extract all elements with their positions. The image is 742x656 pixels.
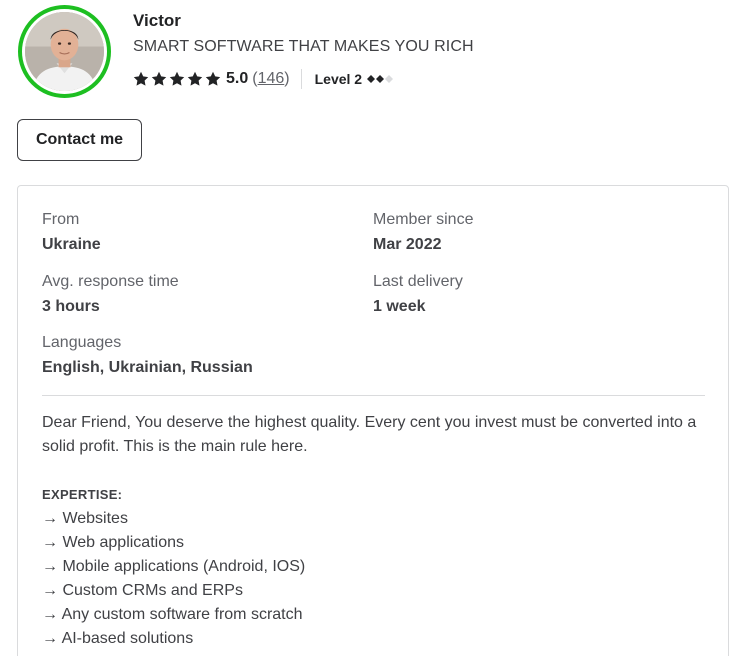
- star-icon: [187, 71, 203, 87]
- stat-languages: Languages English, Ukrainian, Russian: [42, 333, 542, 378]
- stat-last-delivery: Last delivery 1 week: [373, 272, 673, 317]
- stat-member-since-label: Member since: [373, 211, 474, 228]
- expertise-item: → AI-based solutions: [42, 630, 194, 647]
- stat-member-since-value: Mar 2022: [373, 236, 442, 253]
- stat-from-label: From: [42, 211, 80, 228]
- seller-level-diamonds: [367, 75, 394, 83]
- rating-stars: [133, 71, 223, 87]
- stat-from: From Ukraine: [42, 210, 342, 255]
- rating-score: 5.0: [226, 70, 249, 87]
- rating-level-separator: [300, 69, 302, 89]
- expertise-item: → Web applications: [42, 534, 184, 551]
- seller-info-card: From Ukraine Member since Mar 2022 Avg. …: [17, 185, 729, 656]
- rating-count-number[interactable]: 146: [258, 70, 285, 87]
- stat-avg-response-value: 3 hours: [42, 298, 100, 315]
- seller-description: Dear Friend, You deserve the highest qua…: [42, 411, 707, 651]
- stat-avg-response: Avg. response time 3 hours: [42, 272, 342, 317]
- star-icon: [205, 71, 221, 87]
- rating-count-close: ): [284, 70, 290, 87]
- avatar-online-ring[interactable]: [18, 5, 111, 98]
- contact-me-button[interactable]: Contact me: [17, 119, 142, 161]
- star-icon: [151, 71, 167, 87]
- stat-avg-response-label: Avg. response time: [42, 273, 179, 290]
- seller-header: Victor SMART SOFTWARE THAT MAKES YOU RIC…: [18, 5, 718, 100]
- description-intro: Dear Friend, You deserve the highest qua…: [42, 414, 697, 455]
- stat-languages-label: Languages: [42, 334, 122, 351]
- stat-languages-value: English, Ukrainian, Russian: [42, 359, 253, 376]
- diamond-icon: [385, 75, 394, 83]
- expertise-item: → Websites: [42, 510, 128, 527]
- expertise-list: → Websites → Web applications → Mobile app…: [42, 507, 707, 651]
- avatar-image: [25, 12, 104, 91]
- expertise-item: → Custom CRMs and ERPs: [42, 582, 243, 599]
- seller-name[interactable]: Victor: [133, 11, 181, 31]
- star-icon: [169, 71, 185, 87]
- diamond-icon: [376, 75, 385, 83]
- stat-from-value: Ukraine: [42, 236, 101, 253]
- rating-count[interactable]: (146): [252, 70, 289, 88]
- seller-tagline: SMART SOFTWARE THAT MAKES YOU RICH: [133, 38, 474, 55]
- expertise-item: → Any custom software from scratch: [42, 606, 303, 623]
- stat-member-since: Member since Mar 2022: [373, 210, 673, 255]
- stat-last-delivery-value: 1 week: [373, 298, 426, 315]
- expertise-item: → Mobile applications (Android, IOS): [42, 558, 306, 575]
- star-icon: [133, 71, 149, 87]
- rating-row: 5.0 (146) Level 2: [133, 68, 394, 90]
- stats-divider: [42, 395, 705, 396]
- description-heading: EXPERTISE:: [42, 487, 123, 502]
- diamond-icon: [367, 75, 376, 83]
- seller-level-label: Level 2: [314, 71, 363, 87]
- seller-level: Level 2: [315, 71, 394, 87]
- avatar[interactable]: [25, 12, 104, 91]
- stat-last-delivery-label: Last delivery: [373, 273, 463, 290]
